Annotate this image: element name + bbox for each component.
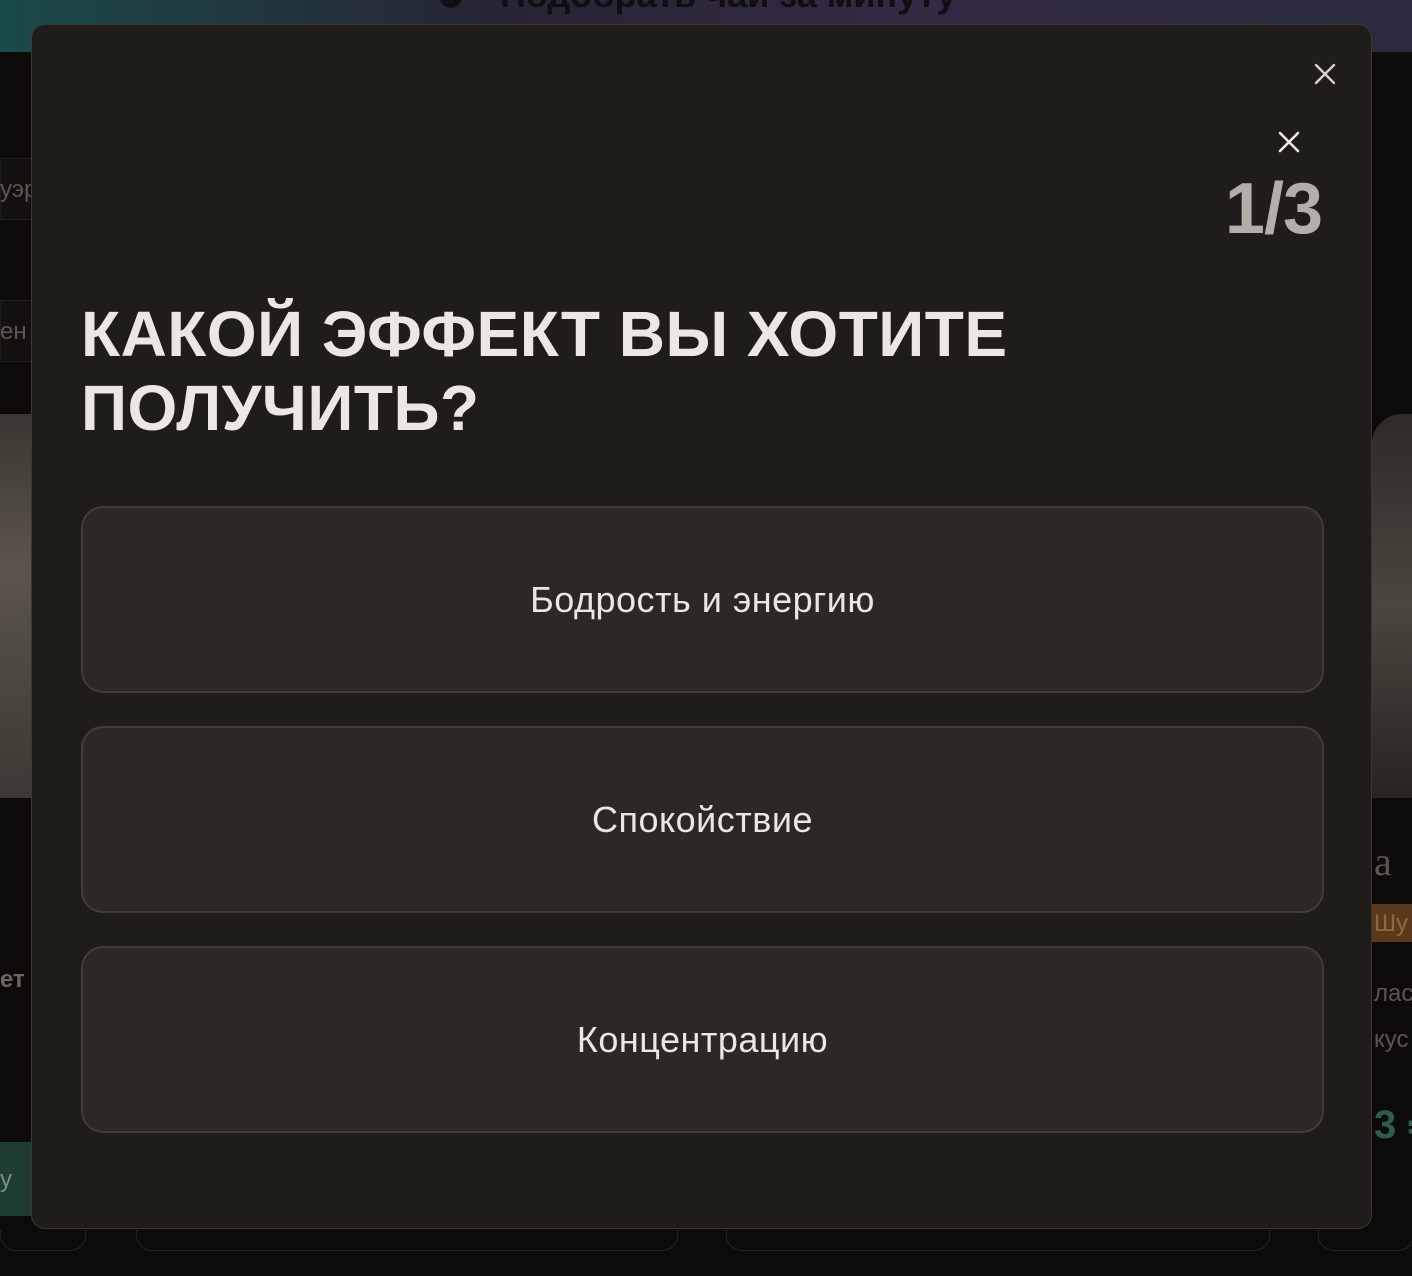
quiz-close-button[interactable] [1273, 126, 1305, 158]
quiz-option-calm[interactable]: Спокойствие [81, 726, 1324, 913]
modal-close-button[interactable] [1309, 58, 1341, 90]
bg-text-fragment: лас [1374, 980, 1412, 1007]
bg-text-fragment: а [1374, 839, 1392, 884]
close-icon [1278, 131, 1300, 153]
page: Подобрать чай за минуту уэр ен ет у а Шу… [0, 0, 1412, 1276]
quiz-modal: 1/3 КАКОЙ ЭФФЕКТ ВЫ ХОТИТЕ ПОЛУЧИТЬ? Бод… [31, 24, 1372, 1229]
bg-card [726, 1230, 1270, 1251]
banner-icon [440, 0, 462, 8]
quiz-step-counter: 1/3 [1224, 169, 1323, 249]
close-icon [1314, 63, 1336, 85]
quiz-option-energy[interactable]: Бодрость и энергию [81, 506, 1324, 693]
bg-price-fragment: 3 ₽ [1374, 1103, 1412, 1147]
quiz-option-focus[interactable]: Концентрацию [81, 946, 1324, 1133]
bg-text-fragment: Шу [1374, 910, 1408, 937]
bg-card [0, 1230, 86, 1251]
bg-product-image [1372, 414, 1412, 798]
bg-card [1318, 1230, 1412, 1251]
bg-text-fragment: кус [1374, 1026, 1409, 1053]
bg-product-image [0, 414, 32, 798]
bg-text-fragment: ет [0, 966, 25, 993]
quiz-options: Бодрость и энергию Спокойствие Концентра… [81, 506, 1324, 1166]
banner-text: Подобрать чай за минуту [500, 0, 956, 16]
quiz-question: КАКОЙ ЭФФЕКТ ВЫ ХОТИТЕ ПОЛУЧИТЬ? [81, 298, 1008, 444]
bg-text-fragment: у [0, 1166, 12, 1193]
bg-text-fragment: ен [0, 318, 27, 345]
bg-card [136, 1230, 678, 1251]
